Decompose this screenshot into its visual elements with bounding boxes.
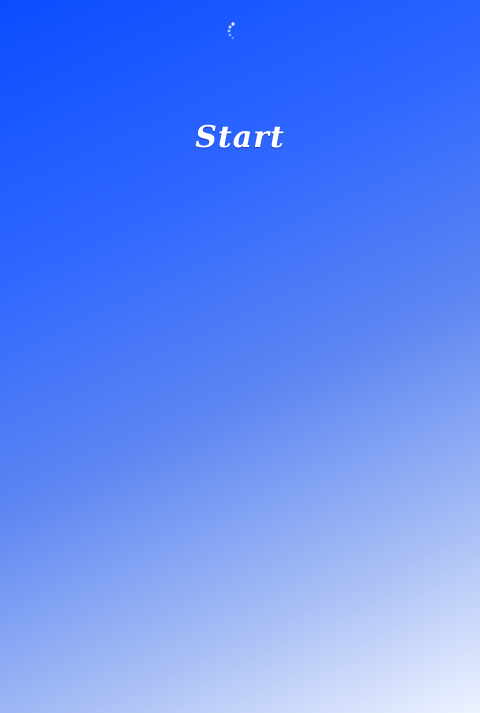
start-screen: Start [0, 0, 480, 713]
loading-spinner-icon [222, 20, 242, 44]
start-button[interactable]: Start [0, 120, 480, 155]
